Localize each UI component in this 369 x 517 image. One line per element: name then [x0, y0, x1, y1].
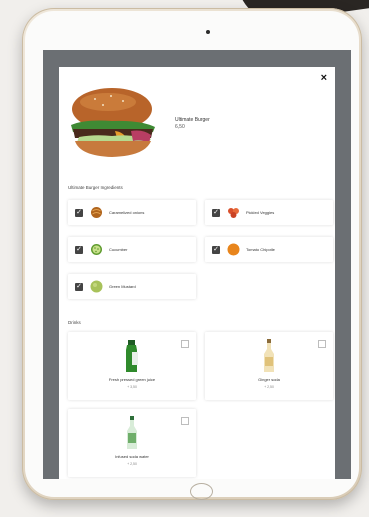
- drink-option-green-juice[interactable]: Fresh pressed green juice + 3,50: [68, 332, 196, 400]
- product-modal: × Ultimate Burger 6,50 Ultimate Burger I…: [59, 67, 335, 479]
- checkbox-unchecked[interactable]: [181, 417, 189, 425]
- drink-option-soda-water[interactable]: Infused soda water + 2,50: [68, 409, 196, 477]
- ingredient-label: Caramelized onions: [109, 210, 145, 215]
- ingredient-label: Pickled Veggies: [246, 210, 275, 215]
- home-button[interactable]: [190, 483, 213, 500]
- checkbox-checked[interactable]: ✓: [75, 282, 83, 291]
- drink-price: + 2,50: [127, 462, 137, 466]
- drink-price: + 2,50: [264, 385, 274, 389]
- pickled-veggies-icon: [228, 208, 239, 218]
- checkbox-checked[interactable]: ✓: [75, 245, 83, 254]
- checkbox-checked[interactable]: ✓: [212, 245, 220, 254]
- front-camera: [206, 30, 210, 34]
- mustard-icon: [90, 280, 103, 293]
- ingredients-heading: Ultimate Burger Ingredients: [68, 185, 123, 190]
- checkbox-checked[interactable]: ✓: [75, 208, 83, 217]
- ingredient-option-caramelized-onions[interactable]: ✓ Caramelized onions: [68, 200, 196, 225]
- ingredient-option-cucumber[interactable]: ✓ Cucumber: [68, 237, 196, 262]
- drink-name: Infused soda water: [115, 454, 149, 459]
- ingredient-label: Tomato Chipotle: [246, 247, 275, 252]
- ingredient-option-tomato-chipotle[interactable]: ✓ Tomato Chipotle: [205, 237, 333, 262]
- tomato-sauce-icon: [227, 243, 240, 256]
- ginger-soda-bottle-icon: [264, 339, 274, 372]
- ingredient-label: Cucumber: [109, 247, 128, 252]
- ingredient-option-green-mustard[interactable]: ✓ Green Mustard: [68, 274, 196, 299]
- ingredient-label: Green Mustard: [109, 284, 136, 289]
- checkbox-checked[interactable]: ✓: [212, 208, 220, 217]
- soda-water-bottle-icon: [127, 416, 137, 449]
- drinks-heading: Drinks: [68, 320, 81, 325]
- tablet-screen: × Ultimate Burger 6,50 Ultimate Burger I…: [43, 50, 351, 479]
- drink-name: Ginger soda: [258, 377, 280, 382]
- burger-image: [71, 88, 155, 157]
- checkbox-unchecked[interactable]: [318, 340, 326, 348]
- ingredient-option-pickled-veggies[interactable]: ✓ Pickled Veggies: [205, 200, 333, 225]
- green-juice-bottle-icon: [126, 340, 138, 372]
- product-name: Ultimate Burger: [175, 117, 210, 123]
- cucumber-icon: [91, 244, 102, 255]
- checkbox-unchecked[interactable]: [181, 340, 189, 348]
- drink-price: + 3,50: [127, 385, 137, 389]
- drink-name: Fresh pressed green juice: [108, 377, 156, 382]
- close-button[interactable]: ×: [321, 73, 327, 84]
- product-price: 6,50: [175, 124, 185, 130]
- drink-option-ginger-soda[interactable]: Ginger soda + 2,50: [205, 332, 333, 400]
- onion-icon: [91, 207, 102, 218]
